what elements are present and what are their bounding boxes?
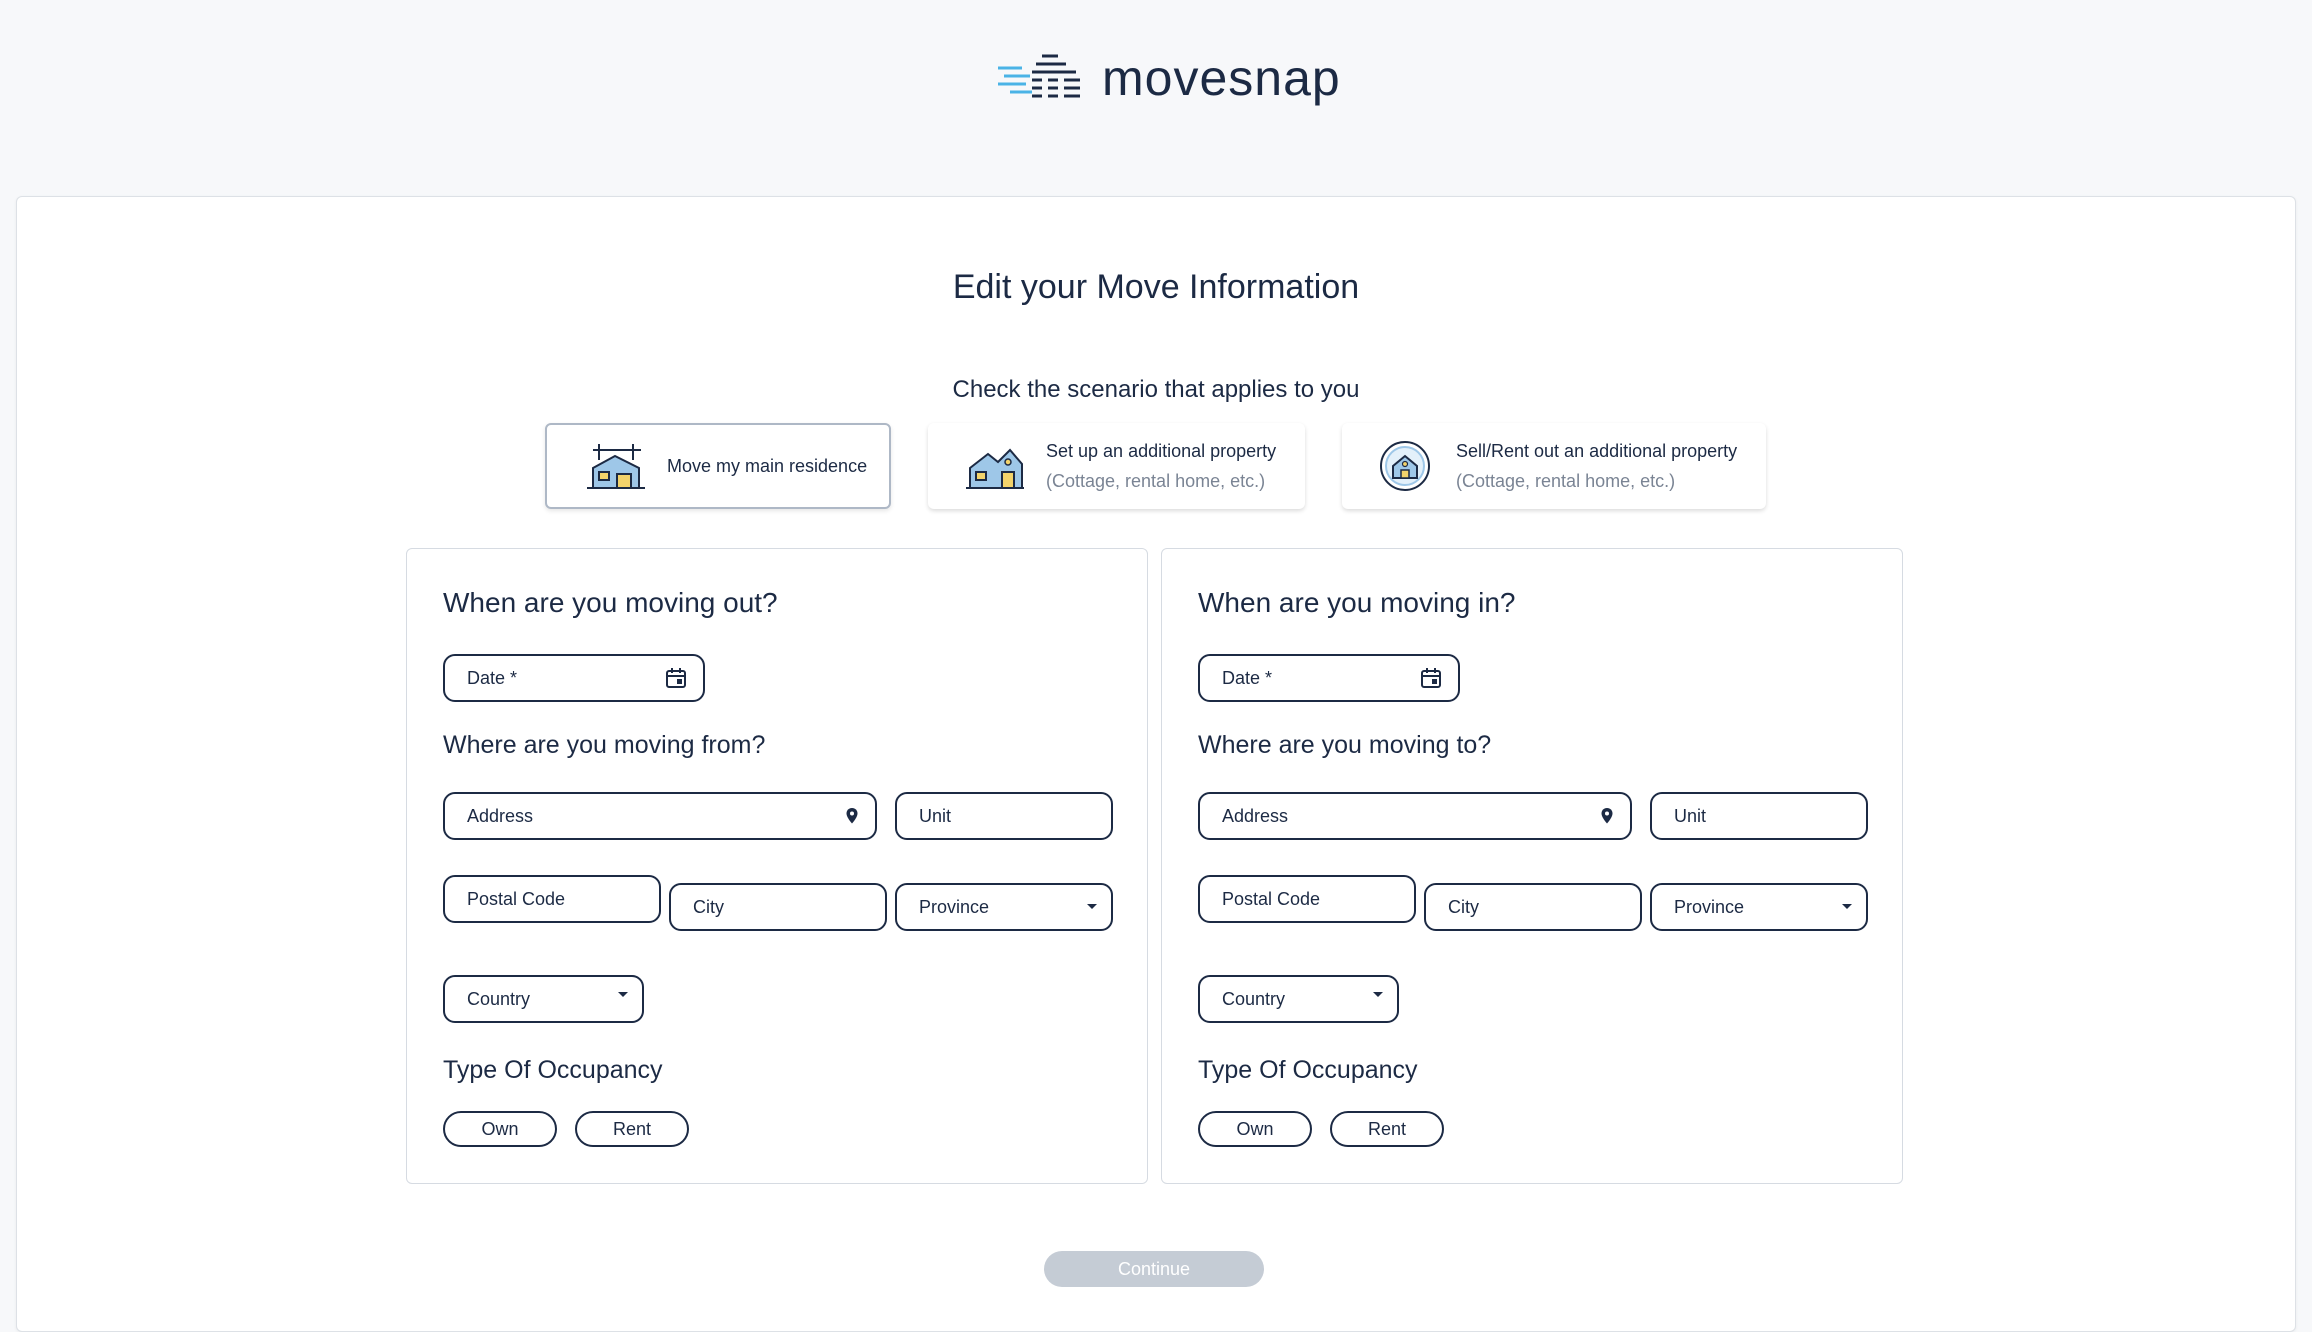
move-out-date-field[interactable]: Date *: [443, 654, 705, 702]
to-rent-button[interactable]: Rent: [1330, 1111, 1444, 1147]
scenario-title: Set up an additional property: [1046, 441, 1277, 461]
moving-out-heading: When are you moving out?: [443, 587, 778, 618]
to-unit-input[interactable]: Unit: [1650, 792, 1868, 840]
from-country-select[interactable]: Country: [443, 975, 644, 1023]
occupancy-heading: Type Of Occupancy: [1198, 1056, 1418, 1084]
unit-placeholder: Unit: [919, 805, 952, 826]
house-badge-icon: [1380, 441, 1430, 491]
moving-in-panel: When are you moving in? Date * Where are…: [1161, 548, 1903, 1184]
location-pin-icon: [1601, 808, 1613, 824]
calendar-icon[interactable]: [665, 667, 687, 689]
scenario-prompt: Check the scenario that applies to you: [952, 376, 1360, 403]
address-placeholder: Address: [467, 805, 534, 826]
page-title: Edit your Move Information: [952, 268, 1360, 306]
moving-in-heading: When are you moving in?: [1198, 587, 1516, 618]
from-unit-input[interactable]: Unit: [895, 792, 1113, 840]
province-placeholder: Province: [919, 896, 990, 917]
city-placeholder: City: [693, 896, 724, 917]
dropdown-caret-icon: [1842, 904, 1852, 909]
scenario-card-additional-property[interactable]: Set up an additional property (Cottage, …: [928, 423, 1305, 509]
date-label: Date *: [1222, 667, 1273, 688]
dropdown-caret-icon: [1373, 992, 1383, 997]
address-placeholder: Address: [1222, 805, 1289, 826]
dropdown-caret-icon: [1087, 904, 1097, 909]
header: movesnap: [0, 0, 2312, 196]
to-own-button[interactable]: Own: [1198, 1111, 1312, 1147]
from-own-button[interactable]: Own: [443, 1111, 557, 1147]
moving-to-heading: Where are you moving to?: [1198, 731, 1492, 759]
occupancy-heading: Type Of Occupancy: [443, 1056, 663, 1084]
location-pin-icon: [846, 808, 858, 824]
dropdown-caret-icon: [618, 992, 628, 997]
continue-button[interactable]: Continue: [1044, 1251, 1264, 1287]
unit-placeholder: Unit: [1674, 805, 1707, 826]
from-province-select[interactable]: Province: [895, 883, 1113, 931]
house-moving-icon: [587, 444, 645, 489]
move-in-date-field[interactable]: Date *: [1198, 654, 1460, 702]
scenario-card-sell-rent[interactable]: Sell/Rent out an additional property (Co…: [1342, 423, 1766, 509]
scenario-title: Sell/Rent out an additional property: [1456, 441, 1738, 461]
movesnap-logo[interactable]: movesnap: [996, 52, 1341, 104]
scenario-title: Move my main residence: [667, 456, 868, 476]
to-country-select[interactable]: Country: [1198, 975, 1399, 1023]
to-address-input[interactable]: Address: [1198, 792, 1632, 840]
city-placeholder: City: [1448, 896, 1479, 917]
move-info-card: [16, 196, 2296, 1332]
from-postal-code-input[interactable]: Postal Code: [443, 875, 661, 923]
to-city-input[interactable]: City: [1424, 883, 1642, 931]
scenario-subtitle: (Cottage, rental home, etc.): [1456, 471, 1676, 491]
postal-code-placeholder: Postal Code: [467, 888, 566, 909]
to-province-select[interactable]: Province: [1650, 883, 1868, 931]
moving-out-panel: When are you moving out? Date * Where ar…: [406, 548, 1148, 1184]
brand-name: movesnap: [1102, 50, 1341, 106]
province-placeholder: Province: [1674, 896, 1745, 917]
to-postal-code-input[interactable]: Postal Code: [1198, 875, 1416, 923]
postal-code-placeholder: Postal Code: [1222, 888, 1321, 909]
moving-from-heading: Where are you moving from?: [443, 731, 766, 759]
logo-mark-icon: [998, 54, 1080, 98]
from-address-input[interactable]: Address: [443, 792, 877, 840]
scenario-subtitle: (Cottage, rental home, etc.): [1046, 471, 1266, 491]
scenario-card-main-residence[interactable]: Move my main residence: [545, 423, 891, 509]
cottage-icon: [966, 448, 1024, 489]
country-placeholder: Country: [467, 988, 531, 1009]
calendar-icon[interactable]: [1420, 667, 1442, 689]
country-placeholder: Country: [1222, 988, 1286, 1009]
date-label: Date *: [467, 667, 518, 688]
from-city-input[interactable]: City: [669, 883, 887, 931]
from-rent-button[interactable]: Rent: [575, 1111, 689, 1147]
